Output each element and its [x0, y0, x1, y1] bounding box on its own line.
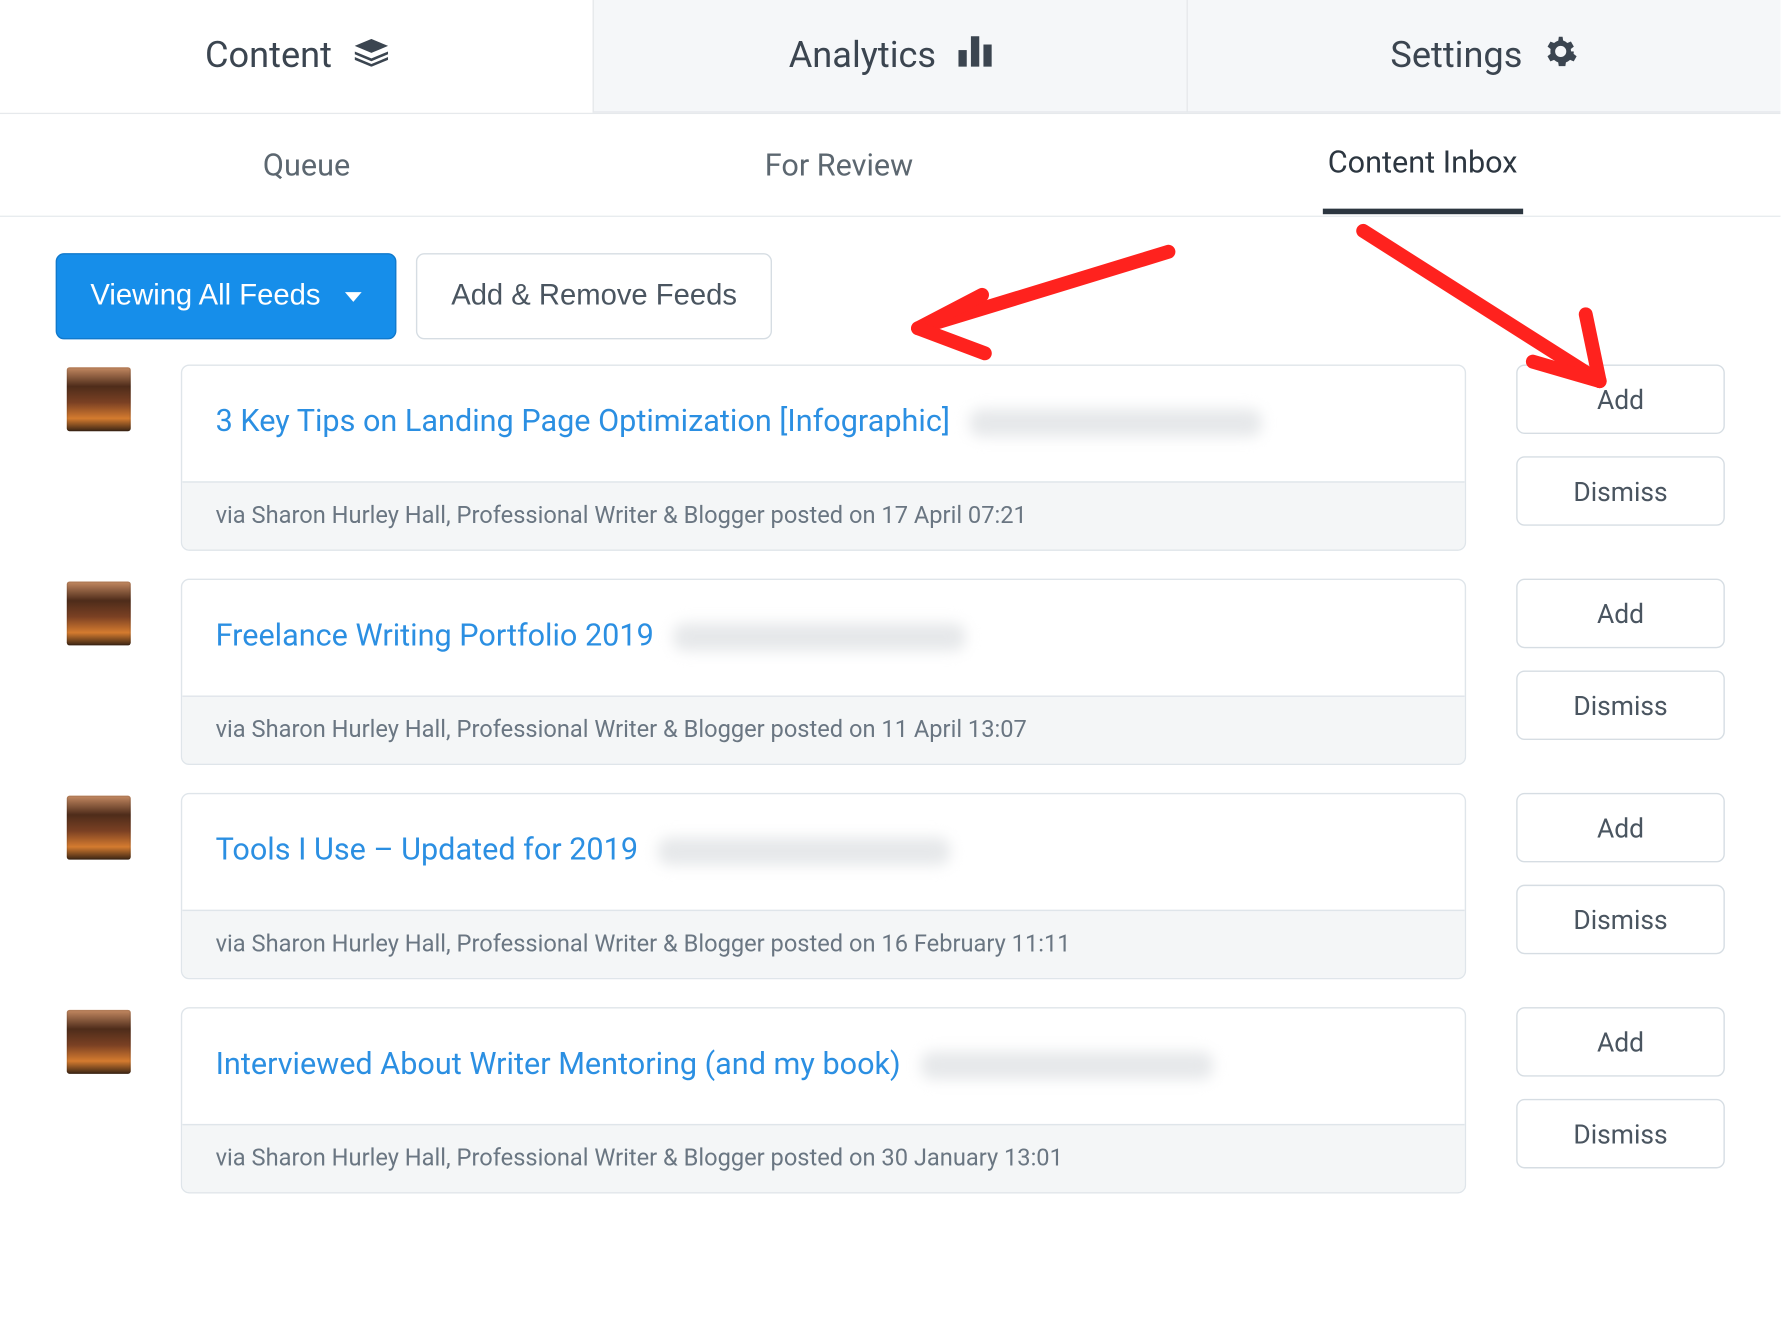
blurred-url — [920, 1051, 1212, 1079]
dismiss-button[interactable]: Dismiss — [1516, 1099, 1725, 1169]
subtab-for-review[interactable]: For Review — [759, 118, 919, 211]
feed-title-line: 3 Key Tips on Landing Page Optimization … — [182, 366, 1465, 481]
feed-title-line: Interviewed About Writer Mentoring (and … — [182, 1008, 1465, 1123]
feed-meta: via Sharon Hurley Hall, Professional Wri… — [182, 1124, 1465, 1192]
feed-title[interactable]: Freelance Writing Portfolio 2019 — [216, 619, 654, 654]
tab-analytics[interactable]: Analytics — [593, 0, 1187, 113]
add-button[interactable]: Add — [1516, 1007, 1725, 1077]
gear-icon — [1545, 34, 1578, 77]
feed-row: Interviewed About Writer Mentoring (and … — [67, 1007, 1725, 1193]
feed-card[interactable]: 3 Key Tips on Landing Page Optimization … — [181, 364, 1466, 550]
feed-card[interactable]: Freelance Writing Portfolio 2019 via Sha… — [181, 579, 1466, 765]
top-nav: Content Analytics Settings — [0, 0, 1780, 114]
add-remove-feeds-button[interactable]: Add & Remove Feeds — [416, 253, 771, 339]
tab-settings[interactable]: Settings — [1187, 0, 1781, 113]
subtab-label: Content Inbox — [1328, 146, 1518, 181]
feed-card[interactable]: Tools I Use – Updated for 2019 via Sharo… — [181, 793, 1466, 979]
dismiss-button[interactable]: Dismiss — [1516, 885, 1725, 955]
sub-nav: Queue For Review Content Inbox — [0, 114, 1780, 217]
feed-title[interactable]: 3 Key Tips on Landing Page Optimization … — [216, 405, 950, 440]
viewing-feeds-dropdown[interactable]: Viewing All Feeds — [56, 253, 397, 339]
blurred-url — [673, 622, 965, 650]
feed-row: Freelance Writing Portfolio 2019 via Sha… — [67, 579, 1725, 765]
avatar — [67, 1010, 131, 1074]
avatar — [67, 796, 131, 860]
feed-title[interactable]: Interviewed About Writer Mentoring (and … — [216, 1047, 901, 1082]
feed-title-line: Tools I Use – Updated for 2019 — [182, 794, 1465, 909]
viewing-feeds-label: Viewing All Feeds — [90, 280, 320, 313]
add-remove-feeds-label: Add & Remove Feeds — [451, 280, 737, 313]
subtab-content-inbox[interactable]: Content Inbox — [1322, 115, 1523, 214]
caret-down-icon — [345, 291, 362, 301]
feed-actions: Add Dismiss — [1516, 793, 1725, 954]
feed-actions: Add Dismiss — [1516, 579, 1725, 740]
add-button[interactable]: Add — [1516, 364, 1725, 434]
add-button[interactable]: Add — [1516, 579, 1725, 649]
feed-meta: via Sharon Hurley Hall, Professional Wri… — [182, 696, 1465, 764]
avatar — [67, 581, 131, 645]
feed-card[interactable]: Interviewed About Writer Mentoring (and … — [181, 1007, 1466, 1193]
feed-actions: Add Dismiss — [1516, 1007, 1725, 1168]
feed-title-line: Freelance Writing Portfolio 2019 — [182, 580, 1465, 695]
tab-content-label: Content — [205, 35, 332, 77]
toolbar: Viewing All Feeds Add & Remove Feeds — [0, 217, 1780, 364]
avatar — [67, 367, 131, 431]
add-button[interactable]: Add — [1516, 793, 1725, 863]
feed-meta: via Sharon Hurley Hall, Professional Wri… — [182, 481, 1465, 549]
subtab-label: For Review — [765, 149, 913, 184]
subtab-queue[interactable]: Queue — [257, 118, 355, 211]
tab-content[interactable]: Content — [0, 0, 593, 113]
blurred-url — [969, 408, 1261, 436]
feed-row: 3 Key Tips on Landing Page Optimization … — [67, 364, 1725, 550]
feed-row: Tools I Use – Updated for 2019 via Sharo… — [67, 793, 1725, 979]
dismiss-button[interactable]: Dismiss — [1516, 456, 1725, 526]
feed-meta: via Sharon Hurley Hall, Professional Wri… — [182, 910, 1465, 978]
feed-actions: Add Dismiss — [1516, 364, 1725, 525]
blurred-url — [658, 837, 950, 865]
subtab-label: Queue — [263, 149, 350, 184]
tab-analytics-label: Analytics — [789, 35, 936, 77]
dismiss-button[interactable]: Dismiss — [1516, 670, 1725, 740]
tab-settings-label: Settings — [1390, 35, 1522, 77]
feed-list: 3 Key Tips on Landing Page Optimization … — [0, 364, 1780, 1276]
layers-icon — [354, 35, 387, 77]
bars-icon — [958, 35, 991, 77]
feed-title[interactable]: Tools I Use – Updated for 2019 — [216, 833, 638, 868]
